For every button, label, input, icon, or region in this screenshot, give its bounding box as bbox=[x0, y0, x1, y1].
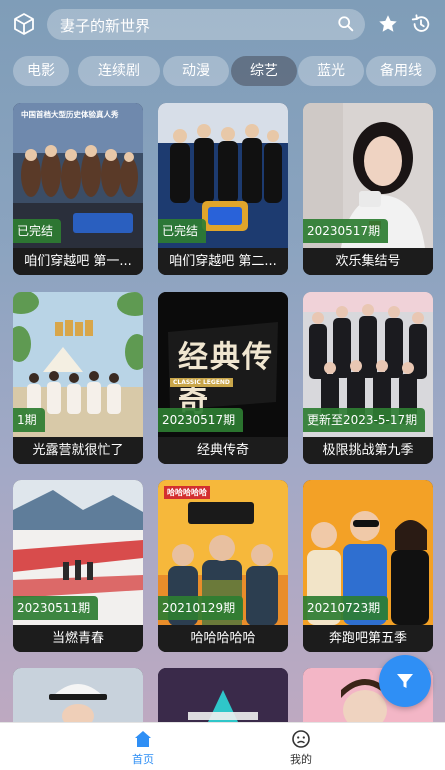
bottom-nav: 首页 我的 bbox=[0, 722, 445, 770]
card-title: 哈哈哈哈哈 bbox=[158, 625, 288, 652]
card-title: 经典传奇 bbox=[158, 437, 288, 464]
top-bar: 妻子的新世界 bbox=[0, 0, 445, 50]
tab-bluray[interactable]: 蓝光 bbox=[298, 56, 364, 86]
episode-badge: 更新至2023-5-17期 bbox=[303, 408, 426, 432]
tab-movie[interactable]: 电影 bbox=[13, 56, 69, 86]
card-show-8[interactable]: 哈哈哈哈哈 20210129期 哈哈哈哈哈 bbox=[158, 480, 288, 652]
poster-caption: 哈哈哈哈哈 bbox=[164, 486, 210, 499]
nav-mine-label: 我的 bbox=[290, 753, 312, 766]
history-icon[interactable] bbox=[410, 13, 432, 35]
episode-badge: 20230517期 bbox=[303, 219, 389, 243]
cube-icon[interactable] bbox=[12, 12, 36, 36]
card-show-3[interactable]: 20230517期 欢乐集结号 bbox=[303, 103, 433, 275]
filter-button[interactable] bbox=[379, 655, 431, 707]
poster-image bbox=[13, 668, 143, 722]
card-show-10[interactable] bbox=[13, 668, 143, 722]
search-icon[interactable] bbox=[337, 15, 355, 33]
poster-caption: CLASSIC LEGEND bbox=[170, 378, 233, 387]
poster-image bbox=[158, 668, 288, 722]
home-icon bbox=[135, 731, 151, 747]
nav-home-label: 首页 bbox=[132, 753, 154, 766]
poster-caption: 中国首档大型历史体验真人秀 bbox=[21, 110, 119, 119]
search-input[interactable]: 妻子的新世界 bbox=[60, 15, 150, 36]
card-title: 当燃青春 bbox=[13, 625, 143, 652]
filter-icon bbox=[397, 674, 413, 688]
tab-variety[interactable]: 综艺 bbox=[231, 56, 297, 86]
card-title: 极限挑战第九季 bbox=[303, 437, 433, 464]
episode-badge: 已完结 bbox=[13, 219, 62, 243]
card-title: 欢乐集结号 bbox=[303, 248, 433, 275]
nav-home[interactable]: 首页 bbox=[113, 729, 173, 769]
face-icon bbox=[292, 730, 310, 748]
category-tabs: 电影 连续剧 动漫 综艺 蓝光 备用线 bbox=[13, 56, 443, 86]
card-title: 咱们穿越吧 第一... bbox=[13, 248, 143, 275]
episode-badge: 20230517期 bbox=[158, 408, 244, 432]
episode-badge: 已完结 bbox=[158, 219, 207, 243]
search-bar[interactable]: 妻子的新世界 bbox=[47, 9, 365, 40]
card-show-1[interactable]: 中国首档大型历史体验真人秀 已完结 咱们穿越吧 第一... bbox=[13, 103, 143, 275]
tab-anime[interactable]: 动漫 bbox=[163, 56, 229, 86]
card-show-9[interactable]: 20210723期 奔跑吧第五季 bbox=[303, 480, 433, 652]
nav-mine[interactable]: 我的 bbox=[271, 729, 331, 769]
card-show-11[interactable] bbox=[158, 668, 288, 722]
tab-series[interactable]: 连续剧 bbox=[78, 56, 160, 86]
card-show-7[interactable]: 20230511期 当燃青春 bbox=[13, 480, 143, 652]
episode-badge: 20210723期 bbox=[303, 596, 389, 620]
card-show-6[interactable]: 更新至2023-5-17期 极限挑战第九季 bbox=[303, 292, 433, 464]
card-title: 光露营就很忙了 bbox=[13, 437, 143, 464]
card-title: 奔跑吧第五季 bbox=[303, 625, 433, 652]
card-show-5[interactable]: 经典传奇 CLASSIC LEGEND 20230517期 经典传奇 bbox=[158, 292, 288, 464]
episode-badge: 20210129期 bbox=[158, 596, 244, 620]
episode-badge: 1期 bbox=[13, 408, 45, 432]
card-title: 咱们穿越吧 第二... bbox=[158, 248, 288, 275]
star-icon[interactable] bbox=[377, 13, 399, 35]
card-show-2[interactable]: 已完结 咱们穿越吧 第二... bbox=[158, 103, 288, 275]
tab-backup-line[interactable]: 备用线 bbox=[366, 56, 436, 86]
card-show-4[interactable]: 1期 光露营就很忙了 bbox=[13, 292, 143, 464]
poster-title-art: 经典传奇 bbox=[178, 340, 274, 419]
episode-badge: 20230511期 bbox=[13, 596, 99, 620]
